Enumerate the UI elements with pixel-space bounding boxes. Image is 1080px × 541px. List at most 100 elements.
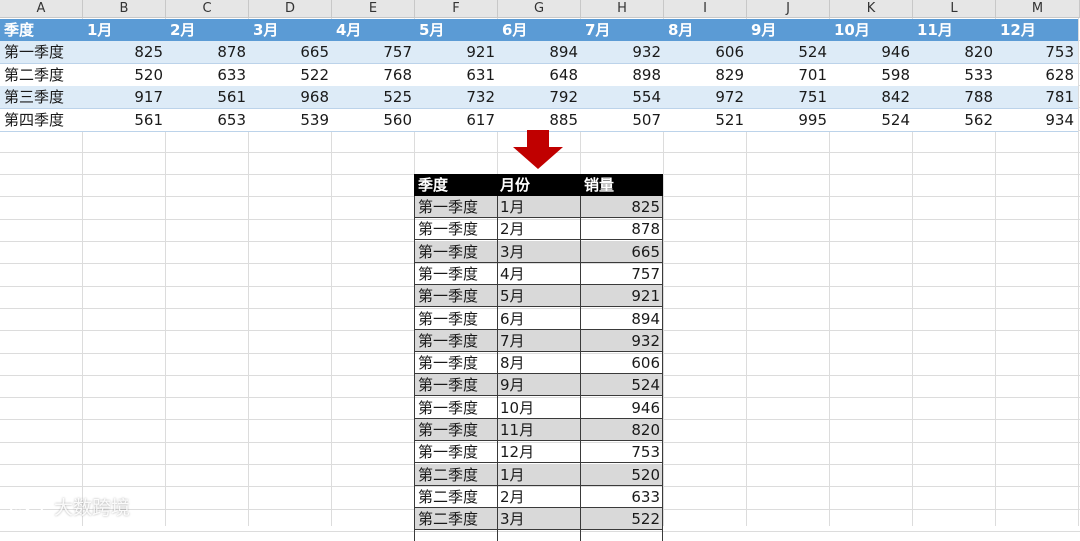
source-header-cell: 10月	[834, 21, 870, 39]
source-value-cell: 825	[134, 43, 163, 61]
result-quarter-cell: 第一季度	[418, 443, 479, 462]
source-value-cell: 561	[134, 110, 163, 129]
result-row: 第一季度 10月 946	[414, 397, 663, 419]
result-quarter-cell: 第一季度	[418, 198, 479, 216]
source-value-cell: 598	[881, 65, 910, 84]
result-sales-cell: 633	[631, 487, 660, 506]
source-value-cell: 648	[549, 65, 578, 84]
source-value-cell: 606	[715, 43, 744, 61]
result-month-cell: 2月	[500, 487, 525, 506]
source-header-cell: 季度	[4, 21, 35, 39]
source-value-cell: 653	[217, 110, 246, 129]
column-header-g: G	[498, 0, 581, 18]
column-header-f: F	[415, 0, 498, 18]
result-sales-cell: 757	[631, 264, 660, 283]
result-quarter-cell: 第一季度	[418, 287, 479, 306]
result-sales-cell: 825	[631, 198, 660, 216]
source-header-cell: 11月	[917, 21, 953, 39]
result-column-border	[497, 196, 498, 541]
source-row-label: 第四季度	[4, 110, 65, 129]
result-sales-cell: 665	[631, 242, 660, 261]
result-row: 第一季度 1月 825	[414, 196, 663, 218]
result-column-border	[414, 196, 415, 541]
source-value-cell: 525	[383, 88, 412, 106]
column-header-e: E	[332, 0, 415, 18]
source-header-cell: 8月	[668, 21, 694, 39]
result-sales-cell: 878	[631, 220, 660, 239]
result-row: 第一季度 5月 921	[414, 285, 663, 308]
result-row: 第一季度 12月 753	[414, 441, 663, 464]
result-header-cell: 月份	[500, 176, 531, 194]
source-header-cell: 3月	[253, 21, 279, 39]
result-quarter-cell: 第二季度	[418, 487, 479, 506]
result-row: 第一季度 8月 606	[414, 352, 663, 375]
source-value-cell: 539	[300, 110, 329, 129]
source-value-cell: 934	[1045, 110, 1074, 129]
source-value-cell: 768	[383, 65, 412, 84]
source-value-cell: 946	[881, 43, 910, 61]
result-quarter-cell: 第一季度	[418, 421, 479, 439]
source-value-cell: 972	[715, 88, 744, 106]
source-value-cell: 842	[881, 88, 910, 106]
result-quarter-cell: 第一季度	[418, 242, 479, 261]
source-value-cell: 554	[632, 88, 661, 106]
source-value-cell: 533	[964, 65, 993, 84]
source-value-cell: 631	[466, 65, 495, 84]
result-month-cell: 1月	[500, 198, 525, 216]
result-row: 第二季度 1月 520	[414, 463, 663, 486]
result-header-cell: 季度	[418, 176, 449, 194]
watermark: 大数跨境	[8, 493, 130, 522]
result-sales-cell: 932	[631, 331, 660, 350]
result-month-cell: 1月	[500, 465, 525, 484]
watermark-text: 大数跨境	[54, 497, 131, 519]
result-month-cell: 6月	[500, 309, 525, 328]
source-value-cell: 562	[964, 110, 993, 129]
result-header-cell: 销量	[584, 176, 615, 194]
source-value-cell: 917	[134, 88, 163, 106]
result-month-cell: 8月	[500, 354, 525, 373]
result-month-cell: 9月	[500, 376, 525, 395]
result-sales-cell: 522	[631, 510, 660, 529]
result-month-cell: 5月	[500, 287, 525, 306]
source-value-cell: 792	[549, 88, 578, 106]
result-sales-cell: 820	[631, 421, 660, 439]
column-header-b: B	[83, 0, 166, 18]
source-row-label: 第三季度	[4, 88, 65, 106]
column-header-d: D	[249, 0, 332, 18]
result-month-cell: 7月	[500, 331, 525, 350]
result-quarter-cell: 第一季度	[418, 220, 479, 239]
source-value-cell: 633	[217, 65, 246, 84]
source-value-cell: 820	[964, 43, 993, 61]
source-value-cell: 894	[549, 43, 578, 61]
source-row-label: 第二季度	[4, 65, 65, 84]
source-value-cell: 751	[798, 88, 827, 106]
source-value-cell: 701	[798, 65, 827, 84]
result-column-border	[662, 196, 663, 541]
source-value-cell: 522	[300, 65, 329, 84]
source-header-cell: 7月	[585, 21, 611, 39]
source-value-cell: 757	[383, 43, 412, 61]
result-row: 第一季度 11月 820	[414, 419, 663, 441]
result-column-border	[580, 196, 581, 541]
column-header-a: A	[0, 0, 83, 18]
source-value-cell: 898	[632, 65, 661, 84]
result-quarter-cell: 第一季度	[418, 309, 479, 328]
result-quarter-cell: 第一季度	[418, 398, 479, 417]
result-sales-cell: 946	[631, 398, 660, 417]
result-row: 第一季度 6月 894	[414, 308, 663, 330]
source-value-cell: 524	[798, 43, 827, 61]
source-value-cell: 665	[300, 43, 329, 61]
result-row: 第一季度 4月 757	[414, 263, 663, 285]
source-value-cell: 561	[217, 88, 246, 106]
source-row-label: 第一季度	[4, 43, 65, 61]
result-quarter-cell: 第二季度	[418, 465, 479, 484]
source-value-cell: 885	[549, 110, 578, 129]
result-month-cell: 2月	[500, 220, 525, 239]
column-header-c: C	[166, 0, 249, 18]
source-value-cell: 628	[1045, 65, 1074, 84]
column-header-i: I	[664, 0, 747, 18]
source-value-cell: 781	[1045, 88, 1074, 106]
source-header-cell: 1月	[87, 21, 113, 39]
source-value-cell: 932	[632, 43, 661, 61]
source-value-cell: 732	[466, 88, 495, 106]
